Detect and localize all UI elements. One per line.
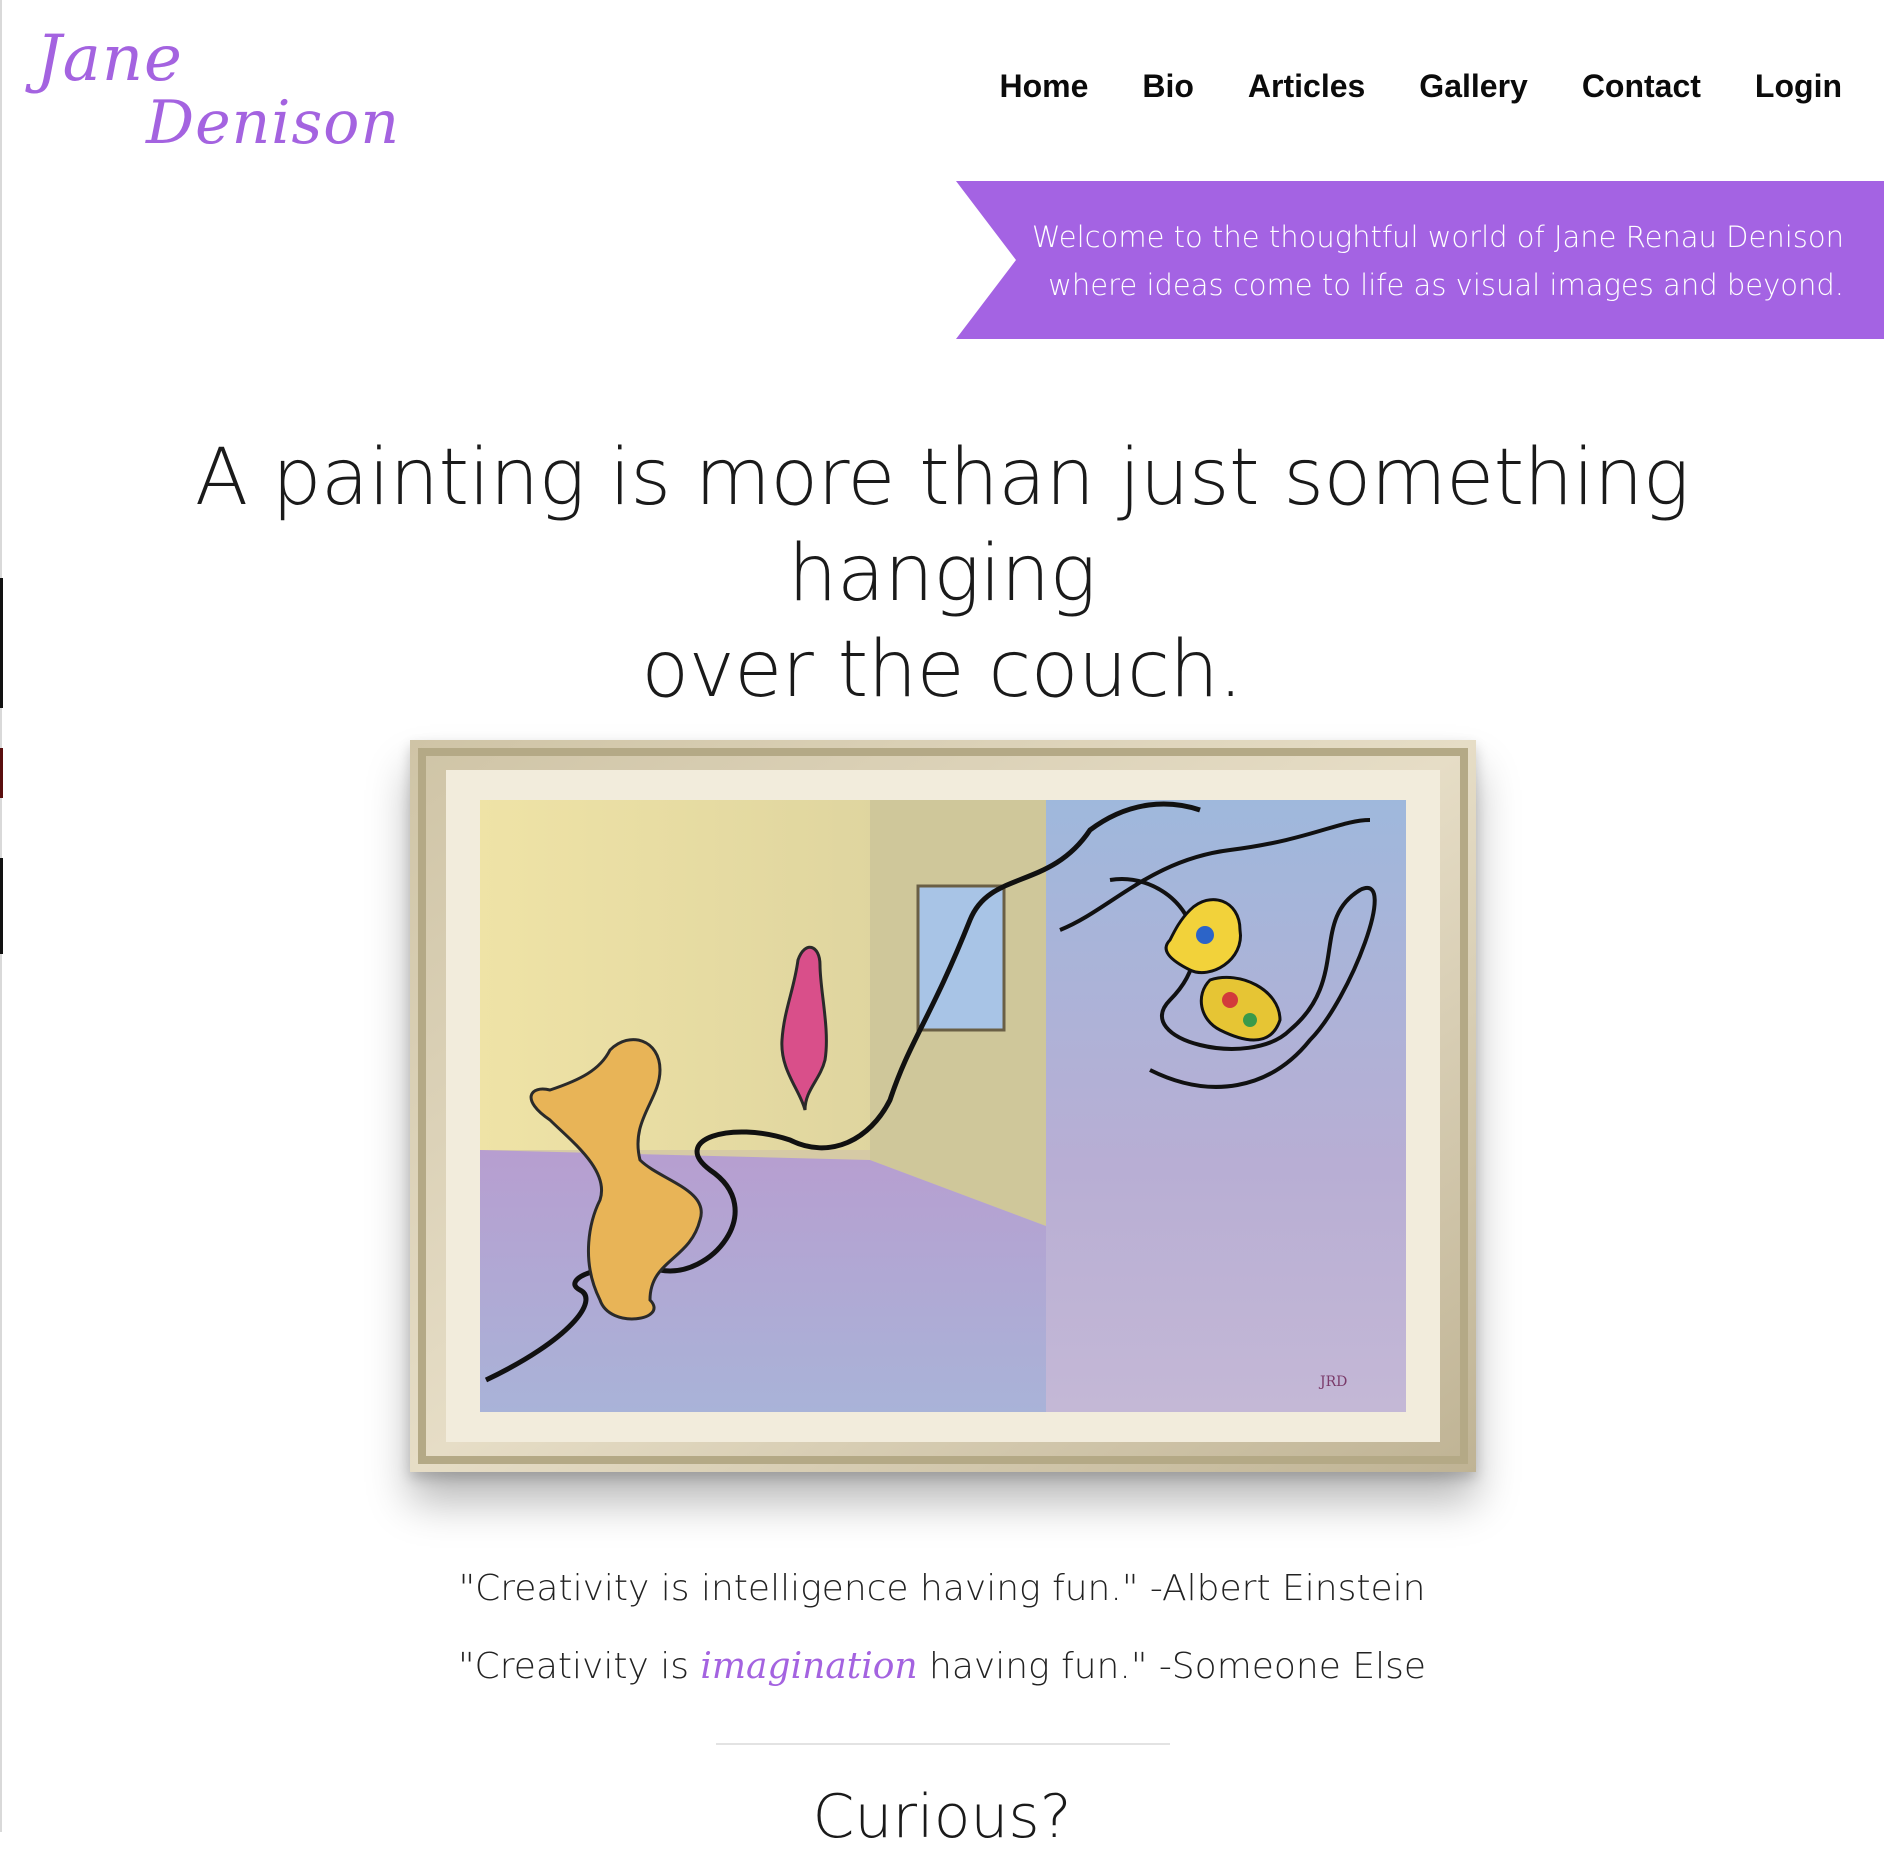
- site-logo[interactable]: Jane Denison: [30, 18, 399, 158]
- nav-articles[interactable]: Articles: [1248, 68, 1365, 105]
- logo-line2: Denison: [146, 88, 401, 158]
- page-headline: A painting is more than just something h…: [60, 430, 1824, 718]
- svg-text:JRD: JRD: [1318, 1374, 1347, 1390]
- featured-painting: JRD: [410, 740, 1476, 1472]
- headline-line1: A painting is more than just something h…: [194, 433, 1690, 619]
- nav-bio[interactable]: Bio: [1142, 68, 1194, 105]
- welcome-banner: Welcome to the thoughtful world of Jane …: [956, 181, 1884, 339]
- edge-mark: [0, 578, 3, 708]
- banner-text: Welcome to the thoughtful world of Jane …: [1032, 213, 1844, 309]
- main-nav: Home Bio Articles Gallery Contact Login: [999, 68, 1842, 105]
- painting-image: JRD: [410, 740, 1476, 1472]
- banner-line1: Welcome to the thoughtful world of Jane …: [1031, 220, 1844, 254]
- nav-login[interactable]: Login: [1755, 68, 1842, 105]
- logo-line1: Jane: [36, 22, 183, 96]
- quote2-highlight: imagination: [700, 1646, 918, 1687]
- quote-someone-else: "Creativity is imagination having fun." …: [0, 1646, 1884, 1687]
- headline-line2: over the couch.: [641, 625, 1243, 715]
- nav-contact[interactable]: Contact: [1582, 68, 1701, 105]
- nav-gallery[interactable]: Gallery: [1419, 68, 1528, 105]
- nav-home[interactable]: Home: [999, 68, 1088, 105]
- edge-mark: [0, 748, 3, 798]
- quote2-after: having fun." -Someone Else: [917, 1646, 1426, 1687]
- banner-line2: where ideas come to life as visual image…: [1048, 268, 1844, 302]
- quote2-before: "Creativity is: [458, 1646, 701, 1687]
- section-divider: [716, 1743, 1170, 1745]
- edge-mark: [0, 858, 3, 954]
- section-heading-curious: Curious?: [812, 1782, 1072, 1852]
- quote-einstein: "Creativity is intelligence having fun."…: [458, 1568, 1426, 1609]
